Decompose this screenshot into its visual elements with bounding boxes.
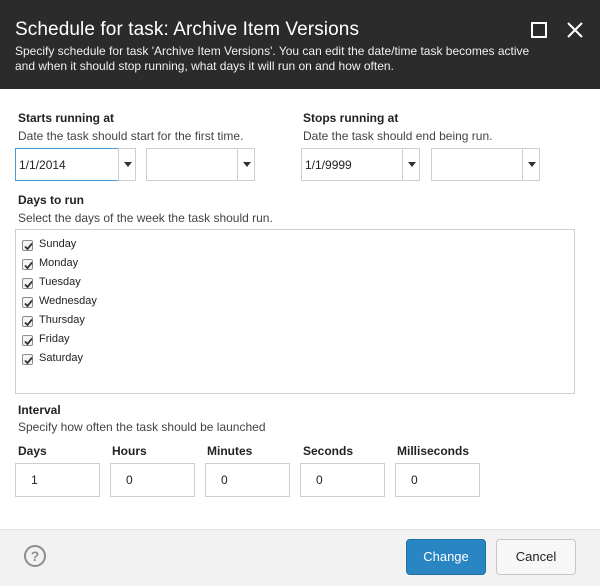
- day-label: Saturday: [39, 352, 84, 364]
- dialog-footer: ? Change Cancel: [0, 529, 600, 586]
- interval-seconds-label: Seconds: [303, 444, 354, 458]
- checkmark-icon: [24, 299, 33, 308]
- interval-minutes-label: Minutes: [207, 444, 253, 458]
- chevron-down-icon: [408, 162, 416, 167]
- maximize-icon[interactable]: [528, 19, 550, 41]
- stop-time-dropdown[interactable]: [522, 148, 540, 181]
- stop-date-dropdown[interactable]: [402, 148, 420, 181]
- interval-milliseconds-input[interactable]: [395, 463, 480, 497]
- cancel-button[interactable]: Cancel: [496, 539, 576, 575]
- days-to-run-help: Select the days of the week the task sho…: [18, 211, 273, 225]
- interval-minutes-input[interactable]: [205, 463, 290, 497]
- help-icon[interactable]: ?: [24, 545, 46, 567]
- stop-time-input[interactable]: [432, 149, 520, 180]
- start-date-dropdown[interactable]: [118, 148, 136, 181]
- close-icon[interactable]: [564, 19, 586, 41]
- interval-seconds-input[interactable]: [300, 463, 385, 497]
- checkmark-icon: [24, 261, 33, 270]
- change-button[interactable]: Change: [406, 539, 486, 575]
- stop-date-input[interactable]: [302, 149, 400, 180]
- start-time-combo: [146, 148, 238, 181]
- stop-time-combo: [431, 148, 523, 181]
- day-checkbox[interactable]: [22, 316, 33, 327]
- interval-days-label: Days: [18, 444, 47, 458]
- interval-help: Specify how often the task should be lau…: [18, 420, 266, 434]
- dialog-title: Schedule for task: Archive Item Versions: [15, 19, 360, 40]
- chevron-down-icon: [243, 162, 251, 167]
- start-time-dropdown[interactable]: [237, 148, 255, 181]
- checkmark-icon: [24, 242, 33, 251]
- days-list: Sunday Monday Tuesday Wednesday Thursday…: [15, 229, 575, 394]
- dialog-header: Schedule for task: Archive Item Versions…: [0, 0, 600, 89]
- checkmark-icon: [24, 318, 33, 327]
- checkmark-icon: [24, 356, 33, 365]
- dialog-subtitle: Specify schedule for task 'Archive Item …: [15, 44, 530, 73]
- day-checkbox[interactable]: [22, 335, 33, 346]
- stops-running-help: Date the task should end being run.: [303, 129, 493, 143]
- interval-days-input[interactable]: [15, 463, 100, 497]
- day-checkbox[interactable]: [22, 354, 33, 365]
- starts-running-help: Date the task should start for the first…: [18, 129, 244, 143]
- day-label: Thursday: [39, 314, 85, 326]
- starts-running-label: Starts running at: [18, 111, 115, 125]
- day-checkbox[interactable]: [22, 278, 33, 289]
- day-checkbox[interactable]: [22, 259, 33, 270]
- days-to-run-label: Days to run: [18, 193, 85, 207]
- checkmark-icon: [24, 280, 33, 289]
- day-label: Friday: [39, 333, 70, 345]
- interval-hours-label: Hours: [112, 444, 147, 458]
- interval-hours-input[interactable]: [110, 463, 195, 497]
- day-checkbox[interactable]: [22, 240, 33, 251]
- day-checkbox[interactable]: [22, 297, 33, 308]
- interval-milliseconds-label: Milliseconds: [397, 444, 470, 458]
- start-time-input[interactable]: [147, 149, 235, 180]
- day-label: Wednesday: [39, 295, 97, 307]
- interval-label: Interval: [18, 403, 61, 417]
- day-label: Tuesday: [39, 276, 81, 288]
- day-label: Monday: [39, 257, 79, 269]
- start-date-combo: [15, 148, 119, 181]
- stop-date-combo: [301, 148, 403, 181]
- day-label: Sunday: [39, 238, 77, 250]
- checkmark-icon: [24, 337, 33, 346]
- chevron-down-icon: [528, 162, 536, 167]
- chevron-down-icon: [124, 162, 132, 167]
- start-date-input[interactable]: [16, 149, 116, 180]
- stops-running-label: Stops running at: [303, 111, 399, 125]
